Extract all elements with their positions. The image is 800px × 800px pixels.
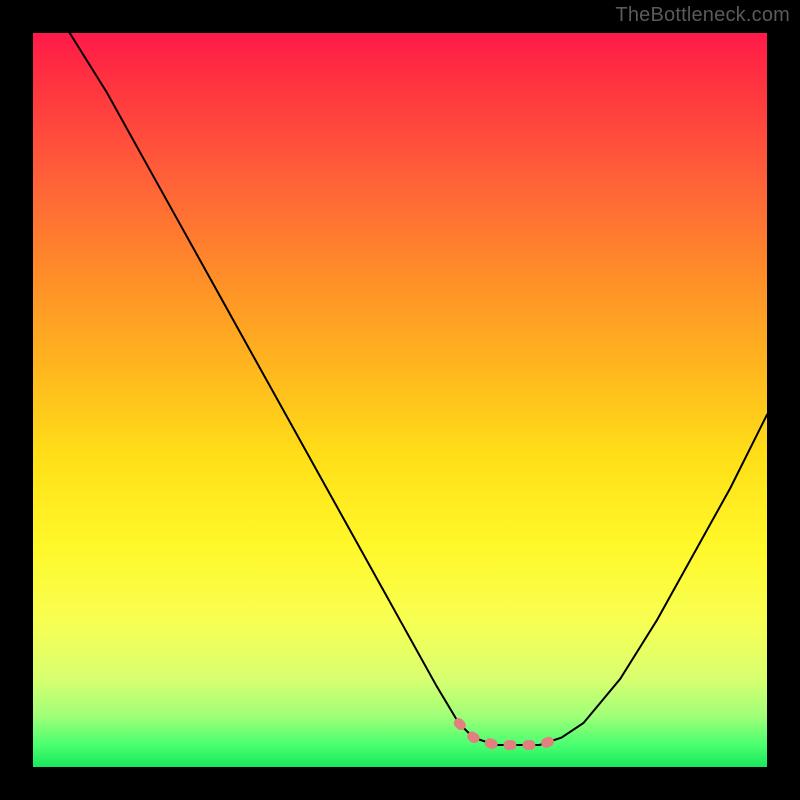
chart-svg [33,33,767,767]
bottleneck-curve-path [70,33,767,745]
highlight-band-path [459,723,562,745]
watermark-text: TheBottleneck.com [615,4,790,27]
chart-plot-area [33,33,767,767]
